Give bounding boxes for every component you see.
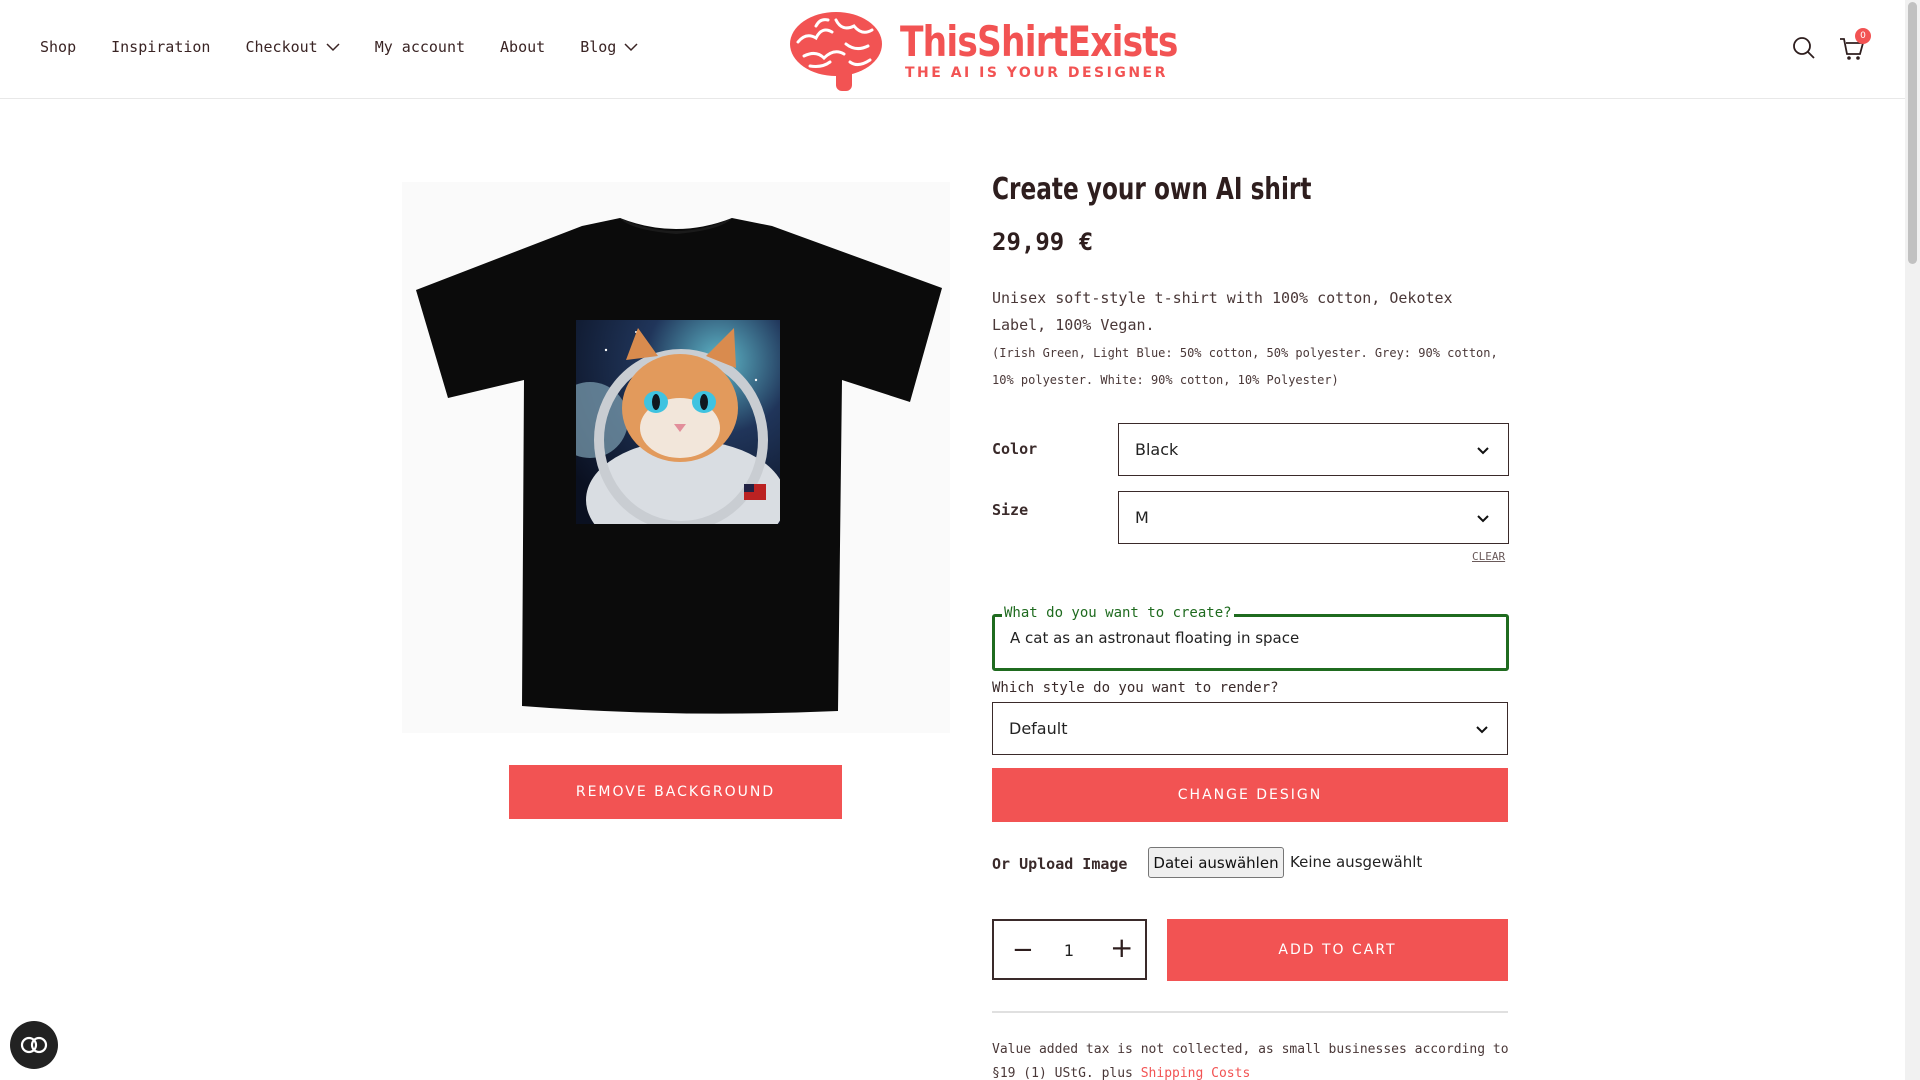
product-material-note: (Irish Green, Light Blue: 50% cotton, 50… [992, 346, 1498, 387]
nav-shop-label: Shop [40, 38, 77, 56]
site-header: Shop Inspiration Checkout My account Abo… [0, 0, 1905, 99]
product-price: 29,99 € [992, 228, 1094, 256]
main-nav: Shop Inspiration Checkout My account Abo… [40, 38, 673, 56]
nav-about[interactable]: About [500, 38, 545, 56]
chevron-down-icon [326, 43, 340, 52]
nav-shop[interactable]: Shop [40, 38, 76, 56]
quantity-input[interactable]: 1 [1054, 941, 1084, 960]
style-label: Which style do you want to render? [992, 680, 1279, 696]
add-to-cart-button[interactable]: ADD TO CART [1167, 919, 1508, 981]
size-select-value: M [1135, 508, 1149, 527]
choose-file-button[interactable]: Datei auswählen [1148, 847, 1284, 878]
chevron-down-icon [624, 43, 638, 52]
color-label: Color [992, 440, 1038, 458]
nav-checkout[interactable]: Checkout [245, 38, 340, 56]
upload-image-label: Or Upload Image [992, 855, 1128, 873]
color-select-value: Black [1135, 440, 1179, 459]
tax-note: Value added tax is not collected, as sma… [992, 1038, 1512, 1080]
style-select-value: Default [1009, 719, 1068, 738]
accessibility-button[interactable] [10, 1021, 58, 1069]
chevron-down-icon [1477, 514, 1489, 522]
accessibility-toggle-icon [20, 1036, 48, 1054]
scrollbar-thumb[interactable] [1908, 2, 1917, 264]
clear-selection-link[interactable]: CLEAR [1472, 550, 1505, 563]
page-scrollbar[interactable] [1905, 0, 1920, 1080]
nav-blog-label: Blog [580, 38, 617, 56]
nav-inspiration-label: Inspiration [111, 38, 211, 56]
prompt-input[interactable] [1010, 629, 1490, 647]
divider [992, 1011, 1508, 1013]
nav-checkout-label: Checkout [245, 38, 318, 56]
brain-logo-icon [790, 12, 882, 91]
size-label: Size [992, 501, 1029, 519]
style-select[interactable]: Default [992, 702, 1508, 755]
change-design-button[interactable]: CHANGE DESIGN [992, 768, 1508, 822]
remove-background-button[interactable]: REMOVE BACKGROUND [509, 765, 842, 819]
nav-blog[interactable]: Blog [580, 38, 638, 56]
cart-count-badge: 0 [1855, 28, 1871, 44]
design-print [576, 320, 780, 524]
nav-my-account-label: My account [374, 38, 466, 56]
quantity-stepper: − 1 + [992, 919, 1147, 980]
nav-inspiration[interactable]: Inspiration [111, 38, 210, 56]
product-image [402, 182, 950, 733]
color-select[interactable]: Black [1118, 423, 1509, 476]
logo-text: ThisShirtExists THE AI IS YOUR DESIGNER [900, 17, 1300, 82]
chevron-down-icon [1476, 725, 1488, 733]
astronaut-cat-artwork [576, 320, 780, 524]
file-status-text: Keine ausgewählt [1290, 853, 1423, 871]
nav-about-label: About [500, 38, 546, 56]
search-icon[interactable] [1792, 36, 1816, 60]
product-title: Create your own AI shirt [992, 172, 1312, 207]
product-description: Unisex soft-style t-shirt with 100% cott… [992, 289, 1453, 334]
size-select[interactable]: M [1118, 491, 1509, 544]
prompt-label: What do you want to create? [1002, 605, 1234, 621]
logo-title: ThisShirtExists [900, 17, 1178, 66]
chevron-down-icon [1477, 446, 1489, 454]
nav-my-account[interactable]: My account [375, 38, 465, 56]
site-logo[interactable]: ThisShirtExists THE AI IS YOUR DESIGNER [786, 6, 1300, 94]
quantity-increase-button[interactable]: + [1110, 931, 1133, 964]
shipping-costs-link[interactable]: Shipping Costs [1141, 1066, 1251, 1080]
logo-subtitle: THE AI IS YOUR DESIGNER [905, 65, 1168, 81]
quantity-decrease-button[interactable]: − [1012, 935, 1034, 965]
